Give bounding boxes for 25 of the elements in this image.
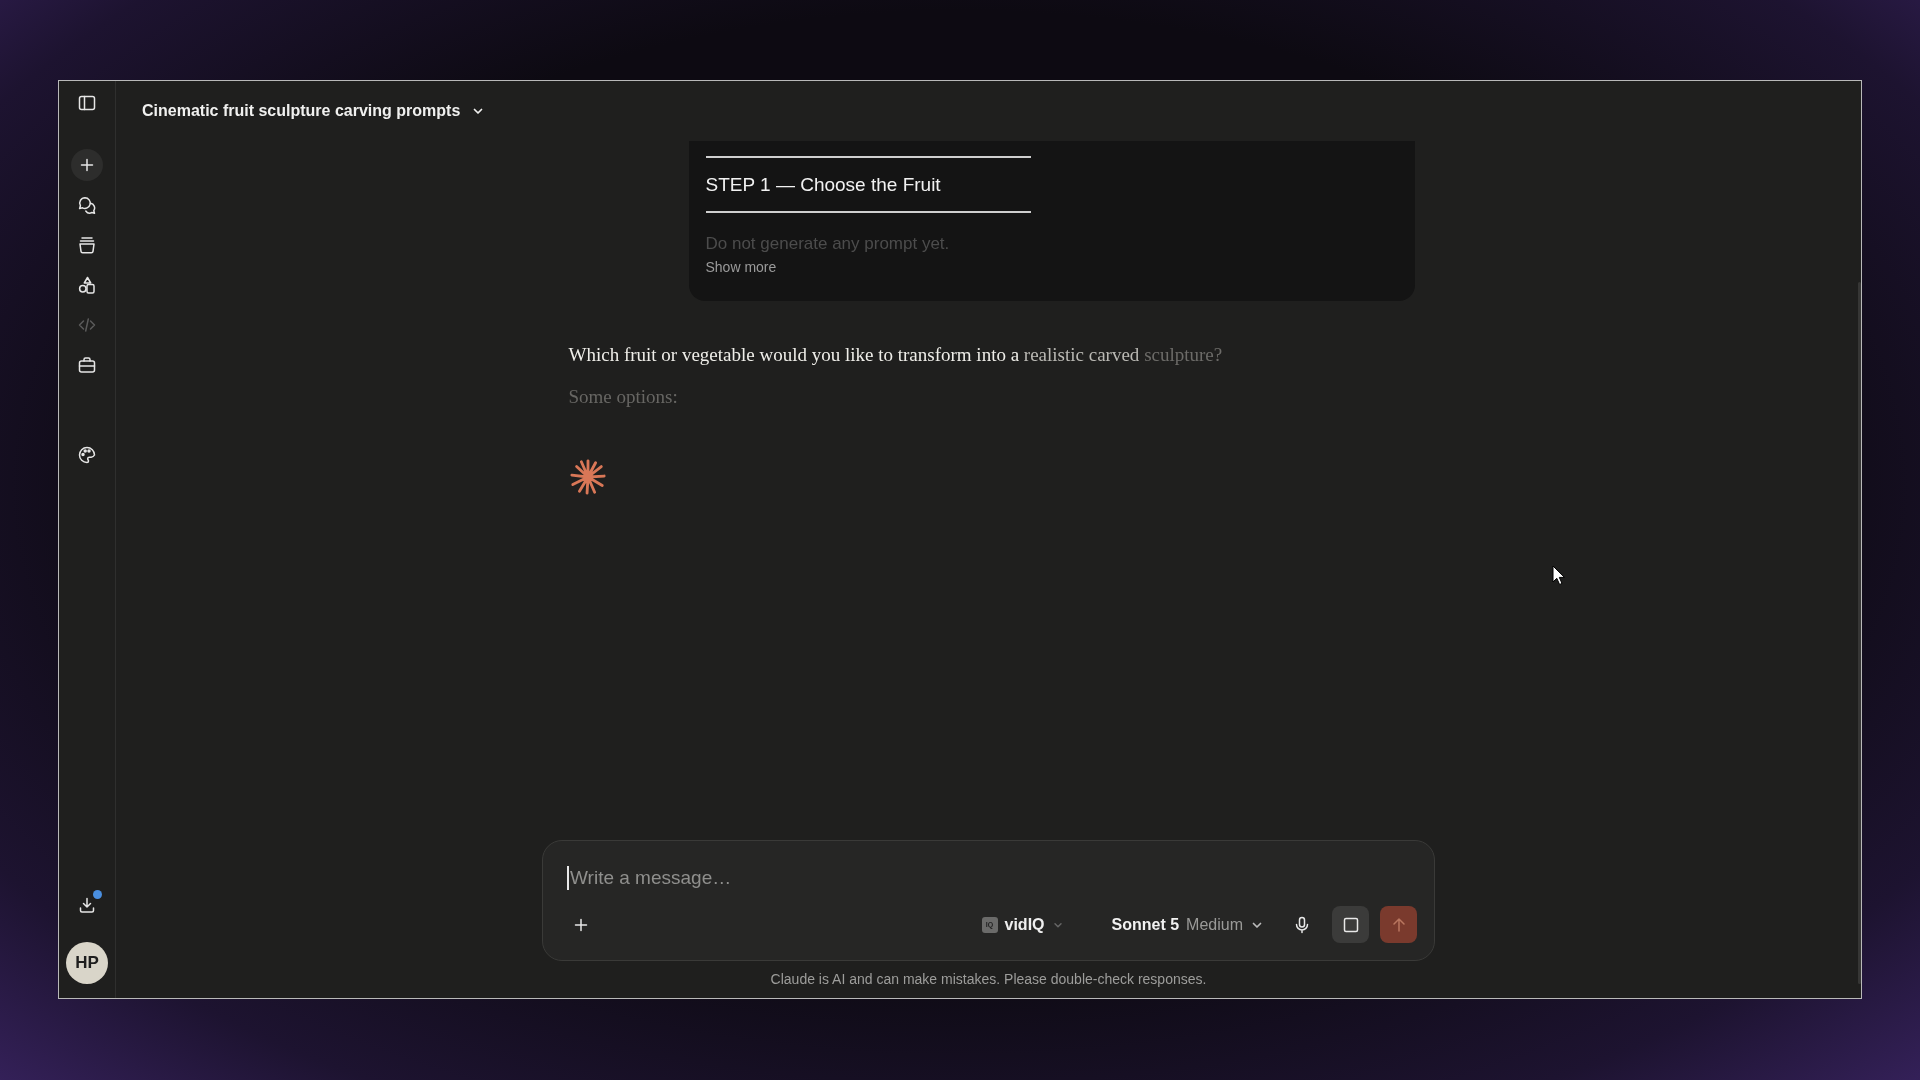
show-more-link[interactable]: Show more [705, 258, 777, 276]
disclaimer-text: Claude is AI and can make mistakes. Please double-check responses. [769, 970, 1208, 988]
code-icon [77, 315, 97, 335]
avatar-button[interactable]: HP [66, 942, 108, 984]
step-heading: STEP 1 — Choose the Fruit [705, 173, 942, 197]
mouse-pointer-icon [1552, 565, 1566, 586]
message-input[interactable]: Write a message… [569, 867, 1417, 889]
shapes-icon [77, 275, 97, 295]
new-chat-button[interactable] [71, 149, 103, 181]
effort-level: Medium [1186, 915, 1243, 934]
model-selector[interactable]: Sonnet 5 Medium [1111, 915, 1264, 934]
speech-bubbles-icon [77, 195, 97, 215]
response-subtext: Some options: [568, 385, 679, 409]
briefcase-icon [77, 355, 97, 375]
panel-icon [77, 93, 97, 113]
download-icon [77, 895, 97, 915]
message-preview-text: Do not generate any prompt yet. [705, 233, 951, 255]
stack-icon [77, 235, 97, 255]
model-name: Sonnet 5 [1111, 915, 1180, 934]
stop-button[interactable] [1332, 906, 1369, 943]
tool-name: vidIQ [1004, 915, 1045, 934]
scrollbar-thumb[interactable] [1858, 282, 1861, 984]
response-text: Which fruit or vegetable would you like to transform into a realistic carved sculpture? [568, 343, 1224, 367]
palette-icon [77, 445, 97, 465]
conversation-title-button[interactable]: Cinematic fruit sculpture carving prompts [142, 102, 486, 120]
